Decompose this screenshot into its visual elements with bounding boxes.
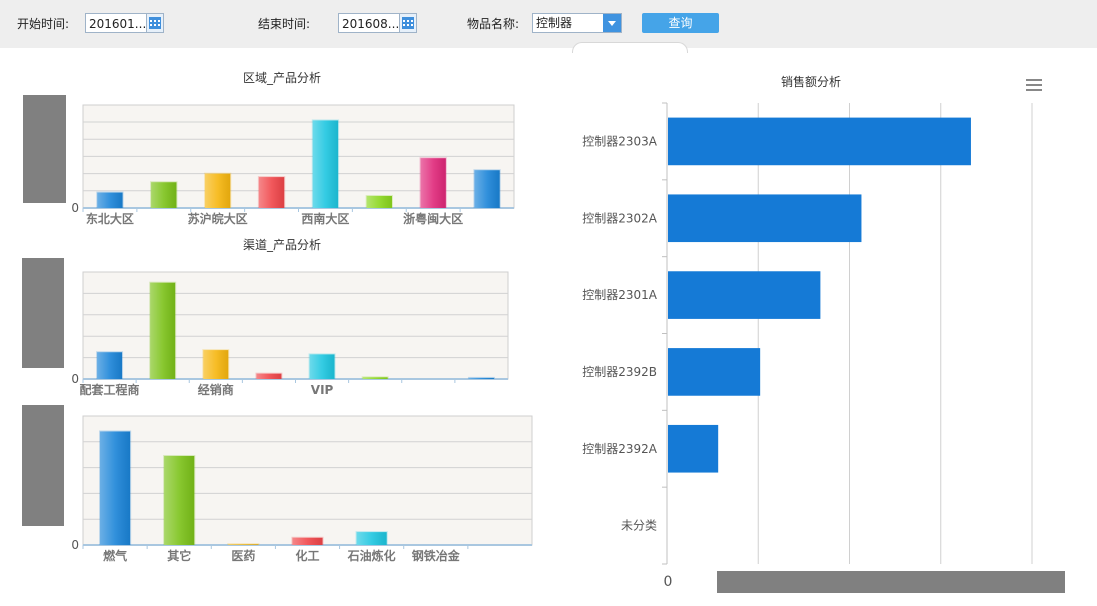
category-label: 控制器2392B — [582, 365, 657, 379]
y-axis-tick-label: 0 — [71, 201, 79, 215]
bar-highlight — [474, 170, 500, 208]
category-label: 东北大区 — [86, 211, 134, 226]
menu-icon[interactable] — [1026, 79, 1042, 91]
bar-highlight — [97, 352, 123, 379]
plot-area — [82, 415, 533, 546]
bar-highlight — [362, 377, 388, 379]
sales-chart: 控制器2303A 控制器2302A 控制器2301A 控制器2392B 控制器2392A… — [582, 102, 1033, 565]
bar — [668, 117, 971, 166]
category-label: 未分类 — [621, 519, 657, 533]
redaction-block — [23, 95, 66, 203]
bar-highlight — [356, 532, 387, 545]
category-label: 配套工程商 — [80, 382, 140, 397]
redaction-block — [22, 258, 64, 368]
category-label: 医药 — [231, 548, 255, 563]
category-label: 控制器2303A — [582, 134, 658, 148]
bar-highlight — [366, 195, 392, 208]
bar-highlight — [258, 177, 285, 208]
bar-highlight — [420, 158, 446, 208]
chart-title: 区域_产品分析 — [243, 71, 321, 85]
bar-highlight — [164, 455, 195, 545]
category-label: 西南大区 — [301, 211, 349, 226]
region-product-chart: 东北大区 苏沪皖大区 西南大区 浙粤闽大区 0 — [71, 104, 515, 226]
bar — [668, 348, 761, 396]
category-label: 控制器2301A — [582, 288, 658, 302]
category-label: 燃气 — [103, 548, 127, 563]
bar-highlight — [151, 182, 177, 208]
bar-highlight — [205, 173, 231, 208]
channel-product-chart: 配套工程商 经销商 VIP 0 — [71, 271, 509, 397]
category-label: 其它 — [167, 548, 191, 563]
industry-product-chart: 燃气 其它 医药 化工 石油炼化 钢铁冶金 0 — [71, 415, 533, 563]
bar-highlight — [312, 120, 339, 208]
category-label: 钢铁冶金 — [412, 548, 461, 563]
category-label: 浙粤闽大区 — [403, 211, 463, 226]
x-axis-tick-label: 0 — [664, 574, 673, 590]
scrollbar[interactable] — [717, 571, 1065, 593]
category-label: 苏沪皖大区 — [188, 211, 248, 226]
bar-highlight — [228, 544, 259, 545]
charts-canvas: 区域_产品分析 东北大区 苏沪皖大区 西南大区 浙粤闽大区 0 渠道_产品分析 配套工程… — [22, 71, 1065, 593]
bar-highlight — [99, 431, 131, 545]
category-label: 化工 — [295, 548, 319, 563]
bar — [668, 271, 821, 319]
bar — [668, 424, 719, 473]
bar-highlight — [97, 192, 123, 208]
y-axis-tick-label: 0 — [71, 538, 79, 552]
bar-highlight — [203, 350, 229, 379]
plot-area — [82, 271, 509, 380]
bar-highlight — [150, 282, 176, 379]
category-label: 控制器2392A — [582, 442, 658, 456]
chart-title: 渠道_产品分析 — [243, 238, 321, 252]
bar-highlight — [256, 373, 282, 379]
bar-highlight — [309, 354, 335, 379]
bar — [668, 194, 862, 243]
category-label: 石油炼化 — [347, 548, 396, 563]
category-label: VIP — [311, 383, 334, 397]
y-axis-tick-label: 0 — [71, 372, 79, 386]
bar-highlight — [468, 377, 494, 379]
bar-highlight — [292, 537, 323, 545]
category-label: 经销商 — [198, 382, 234, 397]
category-label: 控制器2302A — [582, 211, 658, 225]
redaction-block — [22, 405, 64, 526]
chart-title: 销售额分析 — [781, 74, 841, 89]
